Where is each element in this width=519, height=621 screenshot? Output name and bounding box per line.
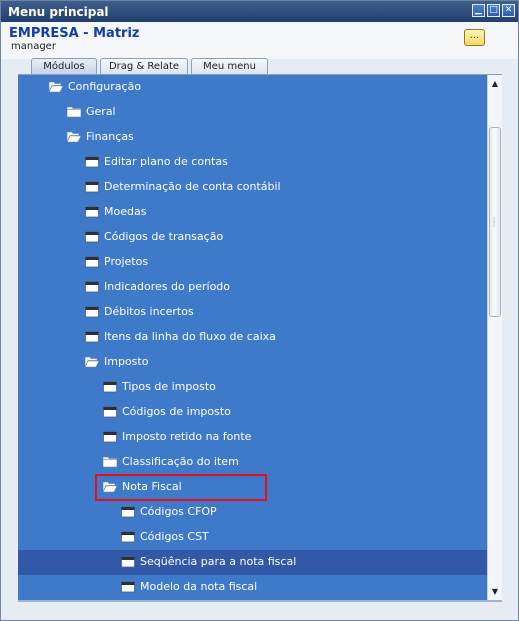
tree-item[interactable]: Códigos de transação [18,225,487,250]
tab-modulos[interactable]: Módulos [31,58,97,75]
window-icon [85,306,99,318]
tree-item-label: Códigos de transação [104,230,224,243]
tree-item[interactable]: Códigos CST [18,525,487,550]
tree-item-label: Seqüência para a nota fiscal [140,555,297,568]
tree-item-label: Itens da linha do fluxo de caixa [104,330,276,343]
tree-item[interactable]: Projetos [18,250,487,275]
tree-item-label: Moedas [104,205,147,218]
tree-item[interactable]: Itens da linha do fluxo de caixa [18,325,487,350]
tree-item-label: Débitos incertos [104,305,194,318]
tree-item-label: Modelo da nota fiscal [140,580,258,593]
window-icon [121,506,135,518]
window-icon [121,556,135,568]
folder-open-icon [48,81,64,93]
module-tree: Configuração Geral Finanças Editar plano de… [18,75,487,600]
company-name: EMPRESA - Matriz [9,26,140,41]
tree-item[interactable]: Determinação de conta contábil [18,175,487,200]
tab-strip: Módulos Drag & Relate Meu menu [1,55,518,75]
window-icon [85,256,99,268]
company-header: EMPRESA - Matriz manager [1,22,518,59]
window-icon [103,381,117,393]
tree-item-label: Indicadores do período [104,280,231,293]
selection-highlight-box [95,474,267,501]
tree-item[interactable]: Códigos de imposto [18,400,487,425]
tree-item[interactable]: Códigos CFOP [18,500,487,525]
tree-item[interactable]: Classificação do item [18,450,487,475]
tree-item-label: Editar plano de contas [104,155,228,168]
main-menu-window: Menu principal ▁ □ ✕ EMPRESA - Matriz ma… [0,0,519,621]
more-options-button[interactable]: ... [464,29,485,46]
tree-item-label: Finanças [86,130,134,143]
tree-item-label: Imposto retido na fonte [122,430,252,443]
window-icon [85,331,99,343]
folder-open-icon [84,356,100,368]
tree-item[interactable]: Modelo da nota fiscal [18,575,487,600]
window-icon [103,431,117,443]
window-icon [85,206,99,218]
tree-item-label: Projetos [104,255,149,268]
user-name: manager [11,41,56,52]
tree-item-label: Códigos CFOP [140,505,217,518]
tree-item-label: Códigos de imposto [122,405,231,418]
scroll-up-arrow-icon[interactable]: ▲ [488,76,502,91]
tab-meu-menu[interactable]: Meu menu [191,58,268,75]
scroll-down-arrow-icon[interactable]: ▼ [488,584,502,599]
window-icon [85,281,99,293]
window-icon [121,531,135,543]
folder-icon [66,106,82,118]
tree-item[interactable]: Imposto [18,350,487,375]
tree-bottom-border [18,600,502,602]
scroll-thumb[interactable]: ⁞ ⁞ [489,127,501,317]
folder-icon [102,456,118,468]
tree-item-label: Códigos CST [140,530,209,543]
tree-item[interactable]: Geral [18,100,487,125]
tree-item[interactable]: Configuração [18,75,487,100]
tab-drag-relate[interactable]: Drag & Relate [100,58,188,75]
tree-item[interactable]: Débitos incertos [18,300,487,325]
window-icon [85,231,99,243]
tree-item[interactable]: Imposto retido na fonte [18,425,487,450]
maximize-button[interactable]: □ [487,4,500,17]
tree-item-label: Tipos de imposto [122,380,216,393]
tree-item-label: Imposto [104,355,149,368]
tree-item[interactable]: Editar plano de contas [18,150,487,175]
tree-item-label: Determinação de conta contábil [104,180,281,193]
minimize-button[interactable]: ▁ [472,4,485,17]
tree-item-label: Classificação do item [122,455,239,468]
tree-item[interactable]: Seqüência para a nota fiscal [18,550,487,575]
window-icon [85,181,99,193]
window-icon [103,406,117,418]
folder-open-icon [66,131,82,143]
tree-item-label: Geral [86,105,116,118]
tree-item[interactable]: Moedas [18,200,487,225]
close-button[interactable]: ✕ [502,4,515,17]
tree-item-label: Configuração [68,80,142,93]
tree-item[interactable]: Indicadores do período [18,275,487,300]
window-icon [121,581,135,593]
tree-item[interactable]: Tipos de imposto [18,375,487,400]
title-bar[interactable]: Menu principal ▁ □ ✕ [1,1,518,22]
grip-icon: ⁞ ⁞ [493,216,496,229]
window-title: Menu principal [8,5,109,19]
window-icon [85,156,99,168]
tree-item[interactable]: Finanças [18,125,487,150]
vertical-scrollbar[interactable]: ▲ ⁞ ⁞ ▼ [487,75,502,600]
